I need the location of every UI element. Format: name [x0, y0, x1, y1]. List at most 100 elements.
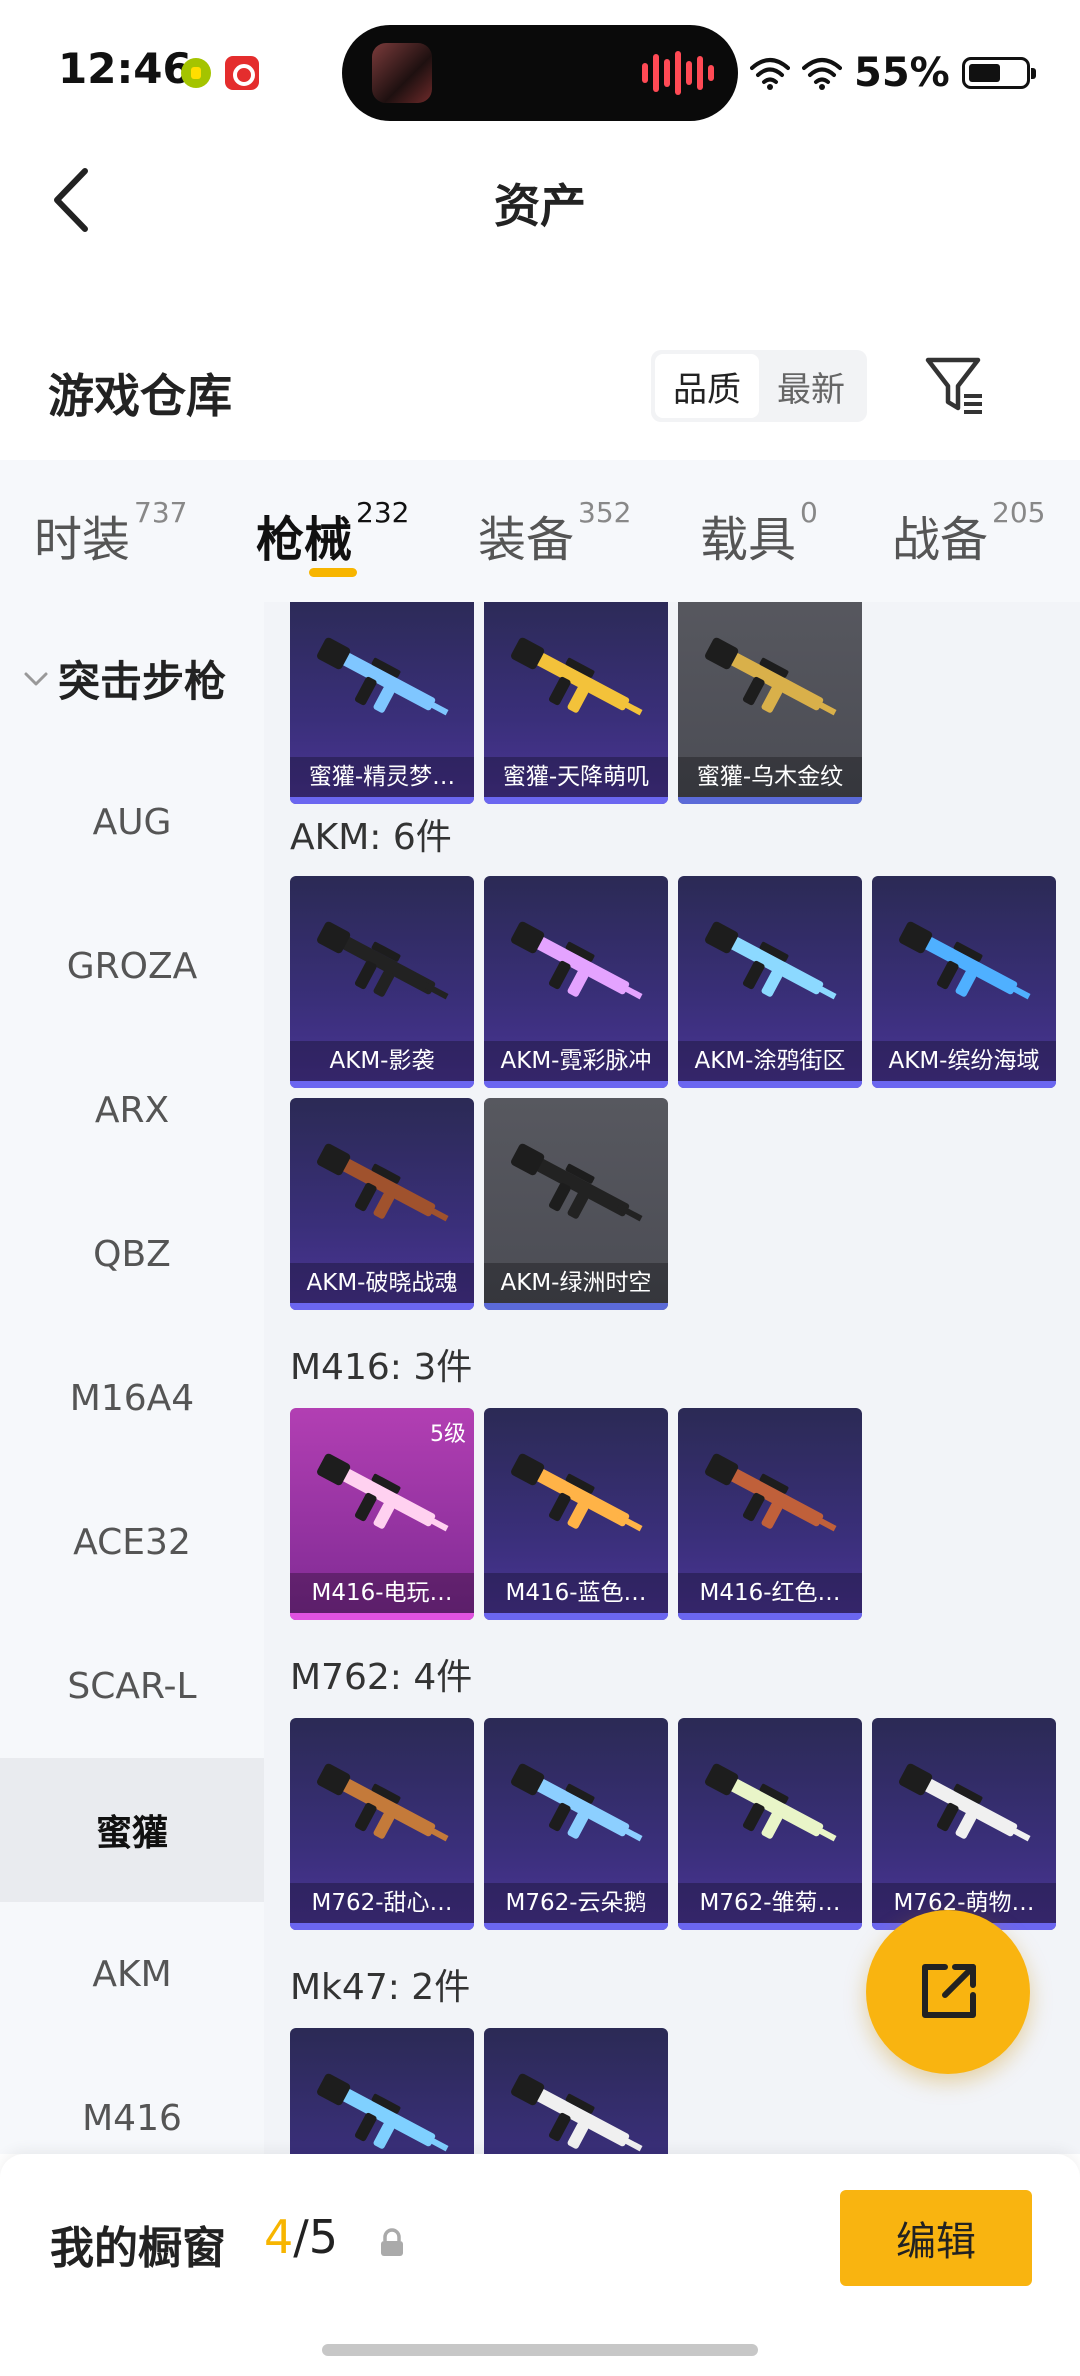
system-indicators: 55% [750, 50, 1036, 96]
sidebar-item-aug[interactable]: AUG [0, 750, 264, 894]
weapon-card-label: M762-甜心… [290, 1883, 474, 1923]
tab-label: 装备 [478, 512, 575, 568]
sort-newest-option[interactable]: 最新 [759, 354, 863, 418]
weapon-image [502, 2058, 652, 2154]
showcase-separator: / [293, 2210, 309, 2264]
weapon-image [696, 906, 846, 1026]
tab-firearms[interactable]: 枪械 232 [256, 496, 409, 570]
sidebar-category-label: 突击步枪 [58, 657, 227, 706]
weapon-image [308, 1438, 458, 1558]
weapon-card-label: M416-红色… [678, 1573, 862, 1613]
tab-equipment[interactable]: 装备 352 [478, 496, 631, 570]
weapon-image [696, 1748, 846, 1868]
tab-count: 232 [356, 496, 410, 529]
weapon-image [502, 906, 652, 1026]
tab-fashion[interactable]: 时装 737 [34, 496, 187, 570]
weapon-card[interactable] [290, 2028, 474, 2154]
showcase-current: 4 [264, 2210, 294, 2264]
weapon-card-label: 蜜獾-天降萌叽 [484, 757, 668, 797]
weapon-card[interactable]: M762-甜心… [290, 1718, 474, 1930]
weapon-card[interactable]: AKM-绿洲时空 [484, 1098, 668, 1310]
status-time: 12:46 [58, 44, 192, 93]
weapon-card-label: M762-雏菊… [678, 1883, 862, 1923]
weapon-image [308, 622, 458, 742]
weapon-image [502, 1748, 652, 1868]
category-tabs: 时装 737 枪械 232 装备 352 载具 0 战备 205 [0, 460, 1080, 602]
filter-icon [925, 357, 982, 414]
weapon-card-label: M762-云朵鹅 [484, 1883, 668, 1923]
active-tab-indicator [309, 568, 357, 577]
sidebar-item-groza[interactable]: GROZA [0, 894, 264, 1038]
group-title-m762: M762: 4件 [290, 1657, 473, 1698]
weapon-card[interactable]: 蜜獾-天降萌叽 [484, 602, 668, 804]
sidebar-item-honey-badger[interactable]: 蜜獾 [0, 1758, 264, 1902]
tab-label: 时装 [34, 512, 131, 568]
weapon-card-label: AKM-霓彩脉冲 [484, 1041, 668, 1081]
weapon-card[interactable]: 5级 M416-电玩… [290, 1408, 474, 1620]
status-bar: 12:46 55% [0, 0, 1080, 140]
weapon-card[interactable]: M416-蓝色… [484, 1408, 668, 1620]
weapon-card[interactable]: 蜜獾-精灵梦… [290, 602, 474, 804]
weapon-card[interactable]: M762-萌物… [872, 1718, 1056, 1930]
battery-icon [961, 57, 1036, 89]
weapon-card[interactable]: AKM-影袭 [290, 876, 474, 1088]
weapon-card[interactable]: AKM-破晓战魂 [290, 1098, 474, 1310]
showcase-max: 5 [308, 2210, 339, 2264]
filter-button[interactable] [920, 350, 990, 420]
sort-quality-option[interactable]: 品质 [655, 354, 759, 418]
tab-count: 352 [578, 496, 632, 529]
weapon-card[interactable]: M416-红色… [678, 1408, 862, 1620]
weapon-card[interactable]: 蜜獾-乌木金纹 [678, 602, 862, 804]
weapon-card-label: AKM-破晓战魂 [290, 1263, 474, 1303]
tab-label: 载具 [700, 512, 797, 568]
home-indicator[interactable] [322, 2344, 758, 2356]
audio-wave-icon [642, 51, 714, 95]
cellular-wifi-icon [802, 58, 842, 90]
sidebar-item-akm[interactable]: AKM [0, 1902, 264, 2046]
sidebar-item-scar-l[interactable]: SCAR-L [0, 1614, 264, 1758]
weapon-card[interactable]: M762-雏菊… [678, 1718, 862, 1930]
sidebar-item-m416[interactable]: M416 [0, 2046, 264, 2154]
weapon-card-label: M416-蓝色… [484, 1573, 668, 1613]
tab-count: 205 [992, 496, 1046, 529]
dynamic-island[interactable] [342, 25, 738, 121]
sidebar-item-qbz[interactable]: QBZ [0, 1182, 264, 1326]
weapon-card-label: AKM-影袭 [290, 1041, 474, 1081]
level-badge: 5级 [430, 1422, 466, 1447]
weapon-image [890, 1748, 1040, 1868]
weapon-image [696, 622, 846, 742]
share-external-icon [922, 1964, 976, 2018]
weapon-card-label: M416-电玩… [290, 1573, 474, 1613]
weapon-card-label: 蜜獾-精灵梦… [290, 757, 474, 797]
weapon-image [502, 1438, 652, 1558]
weapon-card[interactable]: AKM-霓彩脉冲 [484, 876, 668, 1088]
weapon-card[interactable]: AKM-涂鸦街区 [678, 876, 862, 1088]
battery-level [968, 64, 1000, 82]
weapon-sidebar: 突击步枪 AUG GROZA ARX QBZ M16A4 ACE32 SCAR-… [0, 602, 264, 2154]
weapon-card[interactable]: AKM-缤纷海域 [872, 876, 1056, 1088]
warehouse-title: 游戏仓库 [48, 369, 232, 423]
sidebar-category-header[interactable]: 突击步枪 [22, 648, 226, 709]
share-button[interactable] [866, 1910, 1030, 2074]
edit-button[interactable]: 编辑 [840, 2190, 1032, 2286]
weapon-image [696, 1438, 846, 1558]
showcase-count: 4/5 [264, 2210, 338, 2264]
wifi-icon [750, 58, 790, 90]
weapon-card[interactable]: M762-云朵鹅 [484, 1718, 668, 1930]
lock-icon [381, 2228, 403, 2256]
weapon-image [308, 1748, 458, 1868]
battery-percent: 55% [854, 50, 950, 96]
group-title-akm: AKM: 6件 [290, 817, 452, 858]
weapon-card[interactable] [484, 2028, 668, 2154]
tab-supplies[interactable]: 战备 205 [892, 496, 1045, 570]
chevron-down-icon [24, 672, 48, 685]
sidebar-item-m16a4[interactable]: M16A4 [0, 1326, 264, 1470]
weapon-image [890, 906, 1040, 1026]
tab-label: 枪械 [256, 512, 353, 568]
sidebar-item-arx[interactable]: ARX [0, 1038, 264, 1182]
tab-count: 0 [800, 496, 818, 529]
tab-vehicles[interactable]: 载具 0 [700, 496, 818, 570]
group-title-m416: M416: 3件 [290, 1347, 473, 1388]
showcase-bar: 我的橱窗 4/5 编辑 [0, 2154, 1080, 2376]
sidebar-item-ace32[interactable]: ACE32 [0, 1470, 264, 1614]
